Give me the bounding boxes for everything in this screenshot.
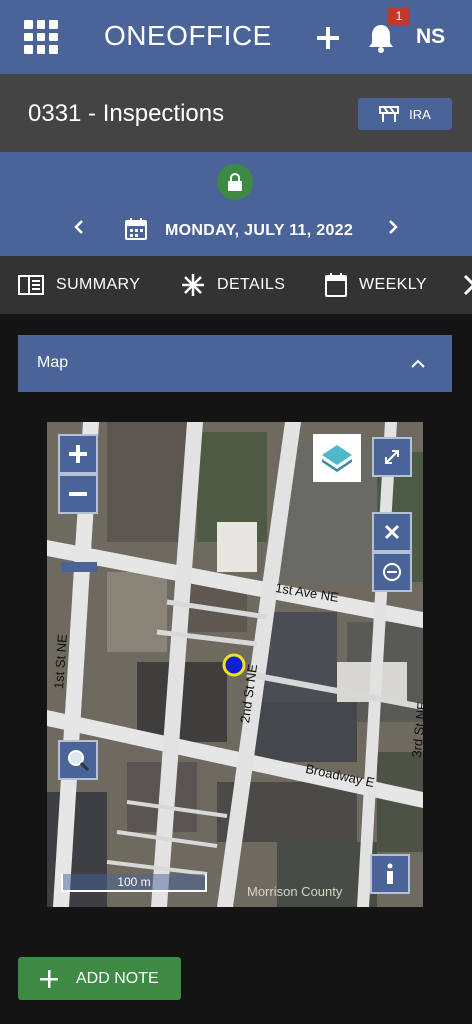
fullscreen-button[interactable] [372,437,412,477]
map-watermark: Morrison County [247,884,343,899]
calendar-icon[interactable] [124,217,148,241]
app-title: ONEOFFICE [104,20,272,51]
search-icon [68,750,90,772]
zoom-out-button[interactable] [58,474,98,514]
clear-button[interactable] [372,512,412,552]
search-map-button[interactable] [58,740,98,780]
map-imagery [47,422,423,907]
top-app-bar: ONEOFFICE 1 NS [0,0,472,74]
info-button[interactable] [370,854,410,894]
project-bar: 0331 - Inspections IRA [0,74,472,152]
tab-details-label: DETAILS [217,276,286,293]
ira-label: IRA [409,106,431,122]
chevron-up-icon[interactable] [411,357,425,371]
barrier-icon [379,106,400,122]
plus-icon [69,445,87,463]
ira-button[interactable]: IRA [358,98,452,130]
asterisk-icon [182,274,204,296]
tab-tools[interactable] [462,256,472,314]
zoom-in-button[interactable] [58,434,98,474]
layers-button[interactable] [313,434,361,482]
summary-icon [18,275,44,295]
chevron-left-icon[interactable] [72,220,86,234]
map-section-header[interactable]: Map [18,335,452,392]
satellite-map[interactable]: 1st Ave NE 1st St NE 2nd St NE Broadway … [47,422,423,907]
close-icon [384,524,400,540]
tab-weekly-label: WEEKLY [359,276,427,293]
tools-icon [463,274,472,296]
tab-weekly[interactable]: WEEKLY [325,256,427,314]
user-avatar[interactable]: NS [416,25,445,49]
current-date[interactable]: MONDAY, JULY 11, 2022 [165,222,353,240]
tab-details[interactable]: DETAILS [181,256,285,314]
date-navigator: MONDAY, JULY 11, 2022 [0,152,472,256]
lock-status[interactable] [217,164,253,200]
info-icon [387,863,393,884]
tab-bar: SUMMARY DETAILS WEEKLY [0,256,472,314]
remove-button[interactable] [372,552,412,592]
chevron-right-icon[interactable] [386,220,400,234]
map-scale: 100 m [61,874,207,892]
lock-icon [228,173,242,191]
tab-summary[interactable]: SUMMARY [18,256,140,314]
apps-grid-icon[interactable] [24,20,58,54]
expand-icon [385,450,399,464]
add-note-button[interactable]: ADD NOTE [18,957,181,1000]
notification-badge: 1 [388,7,410,26]
calendar-icon [325,273,347,297]
bell-icon[interactable] [366,22,396,54]
tab-summary-label: SUMMARY [56,276,141,293]
project-title: 0331 - Inspections [28,100,225,127]
minus-circle-icon [383,563,401,581]
plus-icon [40,969,58,988]
map-section-title: Map [37,354,69,371]
add-note-label: ADD NOTE [76,969,159,987]
zoom-slider[interactable] [61,562,97,572]
minus-icon [69,492,87,496]
layers-icon [322,445,352,472]
plus-icon[interactable] [317,27,339,49]
